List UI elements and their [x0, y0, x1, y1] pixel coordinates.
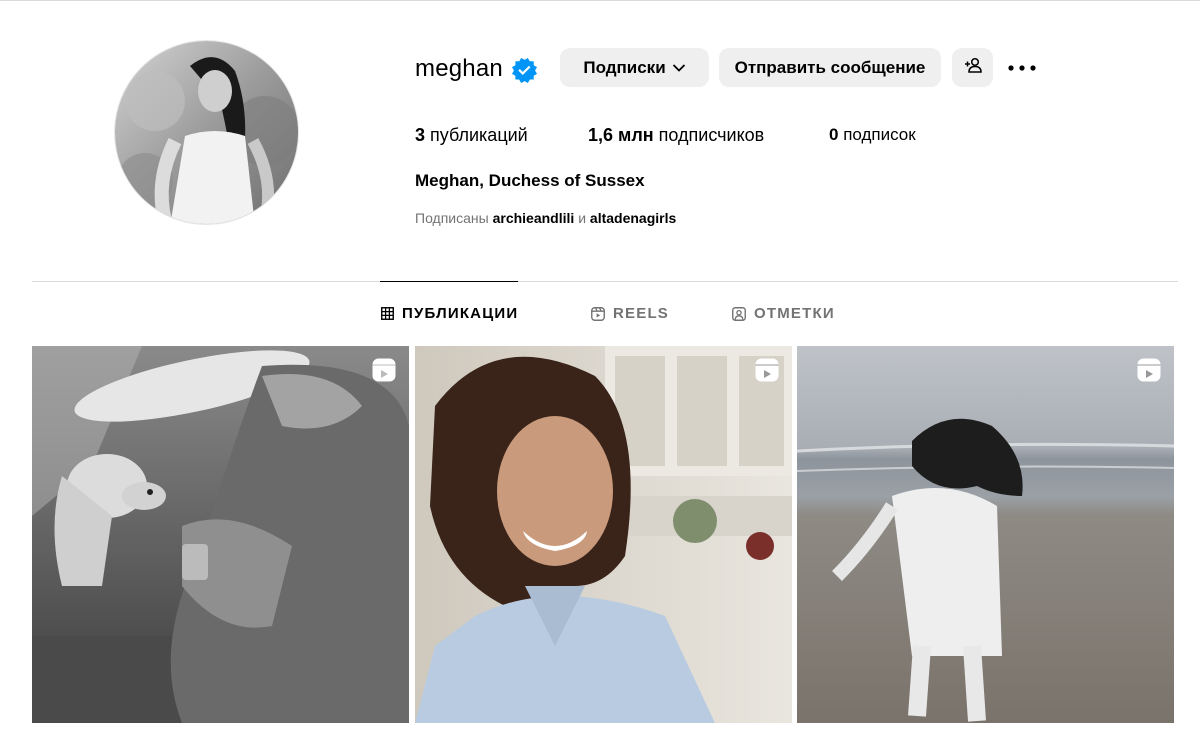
profile-avatar[interactable]	[114, 40, 299, 225]
posts-count: 3	[415, 125, 426, 145]
following-stat[interactable]: 0 подписок	[829, 125, 916, 145]
reels-icon	[591, 306, 605, 321]
tab-reels-label: REELS	[613, 305, 670, 322]
followed-by-user-1[interactable]: archieandlili	[493, 210, 575, 226]
beach-running-photo-icon	[797, 346, 1174, 723]
followed-by-conjunction: и	[578, 210, 587, 226]
grid-icon	[381, 307, 394, 320]
tab-posts[interactable]: ПУБЛИКАЦИИ	[381, 305, 518, 322]
woman-with-dog-photo-icon	[32, 346, 409, 723]
posts-label: публикаций	[430, 125, 528, 145]
smiling-woman-photo-icon	[415, 346, 792, 723]
tab-posts-label: ПУБЛИКАЦИИ	[402, 305, 519, 322]
followers-count: 1,6 млн	[588, 125, 654, 145]
profile-username: meghan	[415, 55, 503, 82]
send-message-button[interactable]: Отправить сообщение	[719, 48, 941, 87]
more-options-icon[interactable]	[1003, 55, 1041, 81]
following-count: 0	[829, 125, 839, 144]
post-tile[interactable]	[32, 346, 409, 723]
chevron-down-icon	[672, 58, 686, 78]
followers-stat[interactable]: 1,6 млн подписчиков	[588, 125, 764, 146]
following-button[interactable]: Подписки	[560, 48, 709, 87]
reel-badge-icon	[371, 357, 397, 383]
followed-by-prefix: Подписаны	[415, 210, 489, 226]
following-button-label: Подписки	[583, 57, 666, 77]
tab-reels[interactable]: REELS	[591, 305, 669, 322]
reel-badge-icon	[1136, 357, 1162, 383]
profile-full-name: Meghan, Duchess of Sussex	[415, 171, 645, 190]
followers-label: подписчиков	[658, 125, 765, 145]
followed-by-text[interactable]: Подписаны archieandlili и altadenagirls	[415, 210, 676, 226]
active-tab-indicator	[380, 281, 518, 282]
tabs-divider	[32, 281, 1178, 282]
add-person-button[interactable]	[952, 48, 993, 87]
tab-tagged-label: ОТМЕТКИ	[754, 305, 835, 322]
post-tile[interactable]	[797, 346, 1174, 723]
post-tile[interactable]	[415, 346, 792, 723]
posts-count-stat: 3 публикаций	[415, 125, 528, 146]
top-border	[0, 0, 1200, 1]
following-label: подписок	[843, 125, 916, 144]
profile-photo-icon	[115, 41, 298, 224]
send-message-label: Отправить сообщение	[734, 57, 926, 77]
followed-by-user-2[interactable]: altadenagirls	[590, 210, 676, 226]
reel-badge-icon	[754, 357, 780, 383]
tab-tagged[interactable]: ОТМЕТКИ	[732, 305, 835, 322]
add-person-icon	[964, 57, 982, 78]
tagged-icon	[732, 306, 746, 321]
verified-badge-icon	[512, 58, 537, 83]
